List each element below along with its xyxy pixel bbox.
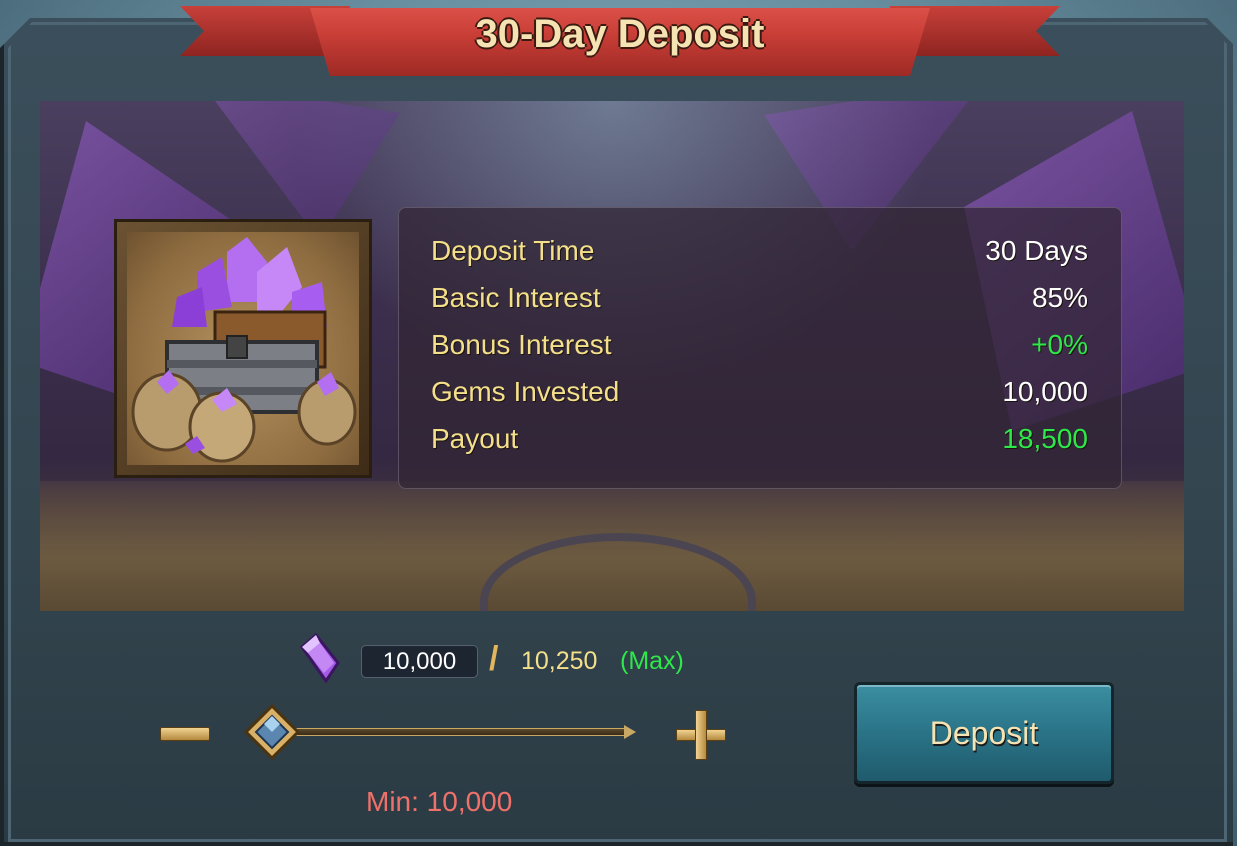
deposit-button[interactable]: Deposit	[854, 682, 1114, 784]
stat-value: 30 Days	[985, 235, 1088, 266]
stat-label: Bonus Interest	[431, 329, 612, 360]
gem-chest-icon	[114, 219, 372, 478]
dialog-title: 30-Day Deposit	[475, 12, 765, 56]
plus-icon[interactable]	[676, 710, 726, 760]
max-button[interactable]: (Max)	[620, 647, 684, 676]
purple-gem-icon	[296, 632, 344, 684]
stat-row-bonus-interest: Bonus Interest +0%	[431, 329, 1088, 369]
stat-value: 10,000	[1002, 376, 1088, 407]
stat-row-basic-interest: Basic Interest 85%	[431, 282, 1088, 322]
stat-label: Payout	[431, 423, 519, 454]
stat-label: Basic Interest	[431, 282, 601, 313]
amount-separator: /	[489, 640, 499, 678]
stat-value: 18,500	[1002, 423, 1088, 454]
minus-icon[interactable]	[160, 727, 210, 741]
stat-row-payout: Payout 18,500	[431, 423, 1088, 463]
min-amount-label: Min: 10,000	[366, 786, 513, 817]
amount-slider-track[interactable]	[268, 728, 628, 736]
title-banner: 30-Day Deposit	[180, 0, 1060, 82]
deposit-stats-panel: Deposit Time 30 Days Basic Interest 85% …	[398, 207, 1122, 489]
stat-row-gems-invested: Gems Invested 10,000	[431, 376, 1088, 416]
stat-value: 85%	[1031, 282, 1088, 313]
stat-row-deposit-time: Deposit Time 30 Days	[431, 235, 1088, 275]
stat-value: +0%	[1031, 329, 1088, 360]
slider-handle[interactable]	[243, 703, 301, 761]
stat-label: Gems Invested	[431, 376, 620, 407]
deposit-amount-input[interactable]: 10,000	[361, 645, 478, 678]
max-amount: 10,250	[521, 647, 598, 675]
stat-label: Deposit Time	[431, 235, 595, 266]
